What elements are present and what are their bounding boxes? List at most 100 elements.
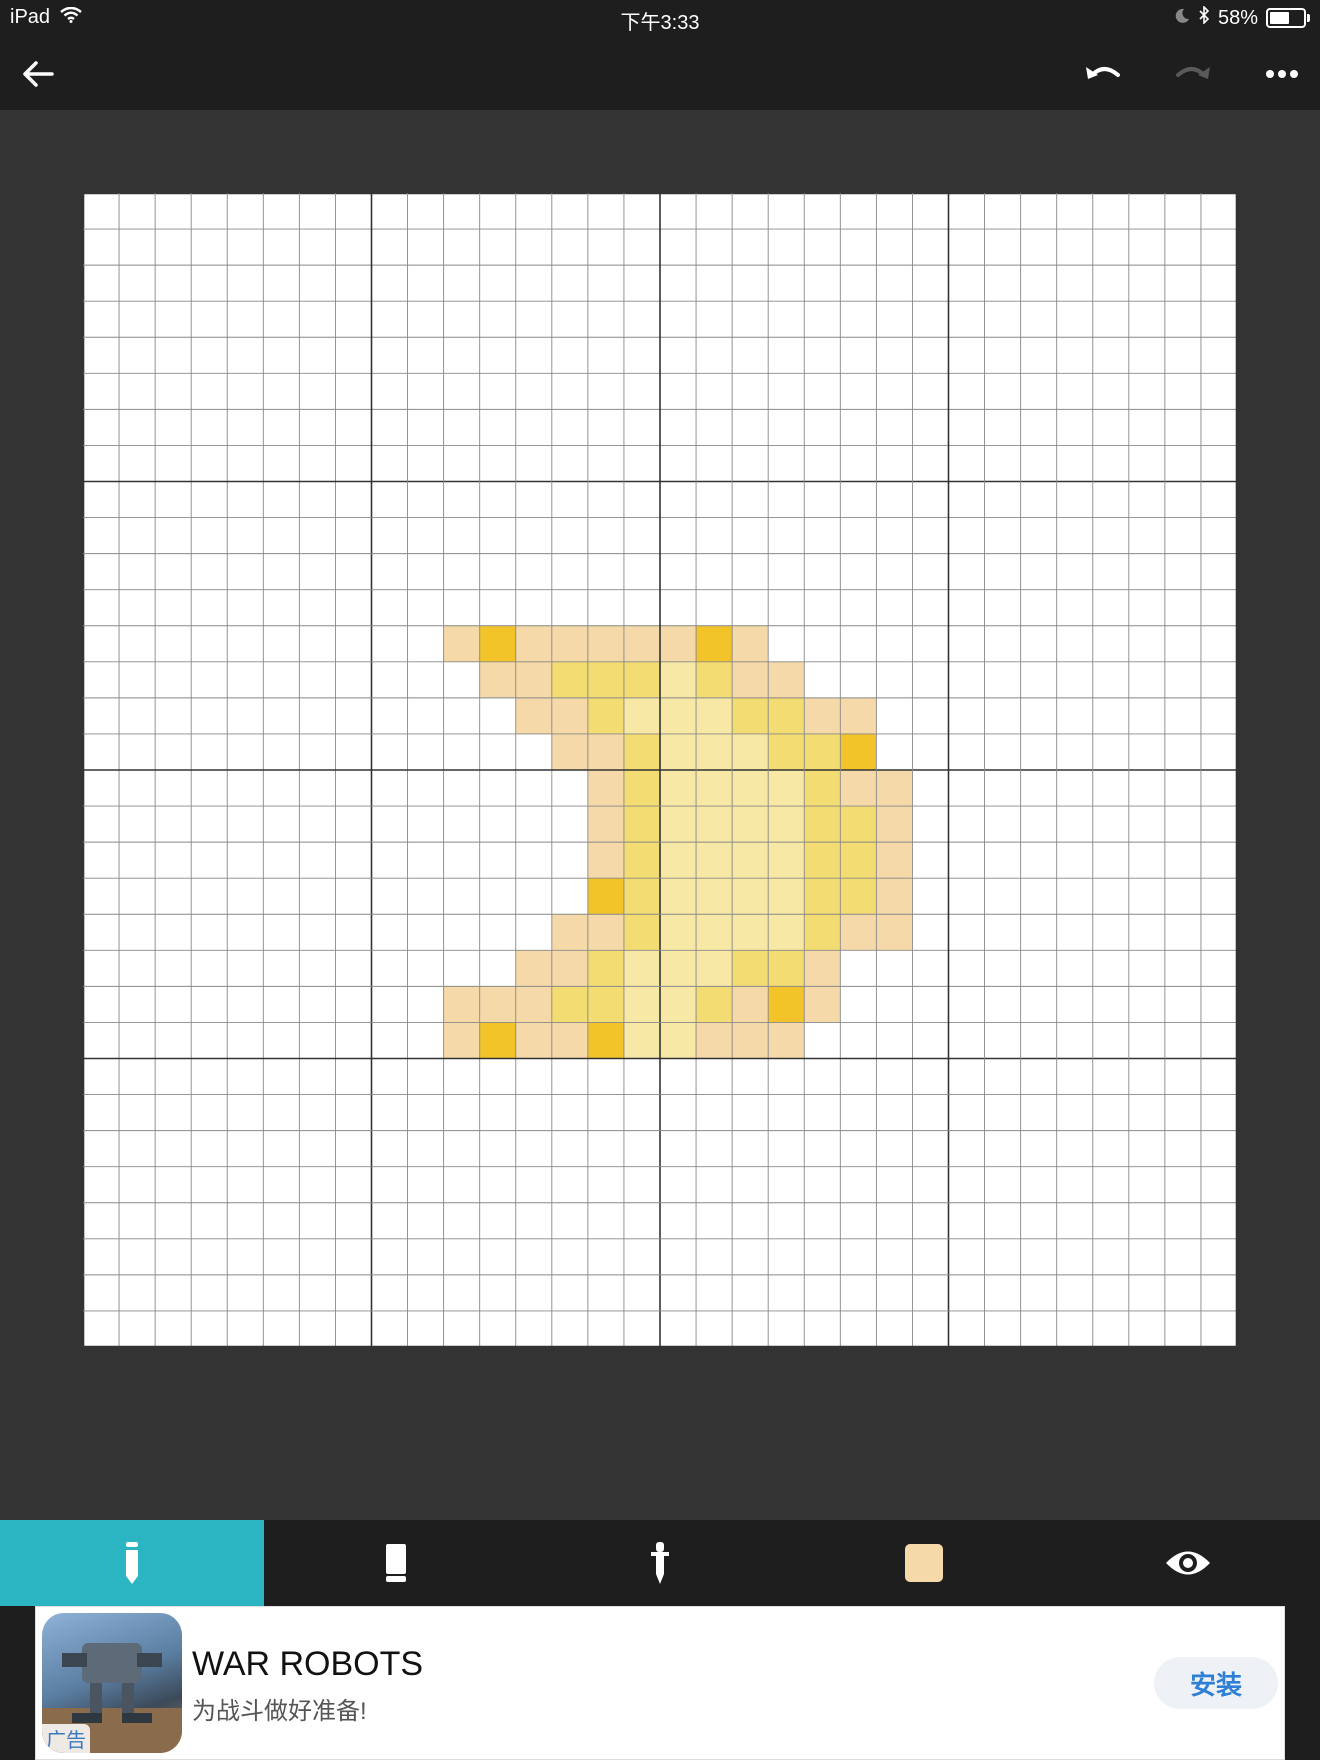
painted-pixel[interactable]	[696, 950, 733, 987]
painted-pixel[interactable]	[660, 806, 697, 843]
painted-pixel[interactable]	[479, 661, 516, 698]
painted-pixel[interactable]	[660, 1022, 697, 1059]
painted-pixel[interactable]	[696, 733, 733, 770]
painted-pixel[interactable]	[840, 733, 877, 770]
painted-pixel[interactable]	[732, 1022, 769, 1059]
painted-pixel[interactable]	[768, 878, 805, 915]
painted-pixel[interactable]	[840, 842, 877, 879]
color-tool[interactable]	[792, 1520, 1056, 1606]
painted-pixel[interactable]	[587, 697, 624, 734]
pencil-tool[interactable]	[0, 1520, 264, 1606]
painted-pixel[interactable]	[623, 878, 660, 915]
painted-pixel[interactable]	[732, 950, 769, 987]
painted-pixel[interactable]	[587, 661, 624, 698]
painted-pixel[interactable]	[696, 914, 733, 951]
painted-pixel[interactable]	[623, 842, 660, 879]
painted-pixel[interactable]	[587, 770, 624, 807]
painted-pixel[interactable]	[696, 806, 733, 843]
painted-pixel[interactable]	[660, 986, 697, 1023]
painted-pixel[interactable]	[587, 625, 624, 662]
painted-pixel[interactable]	[696, 986, 733, 1023]
painted-pixel[interactable]	[515, 986, 552, 1023]
painted-pixel[interactable]	[660, 661, 697, 698]
painted-pixel[interactable]	[660, 733, 697, 770]
pixel-grid[interactable]	[83, 193, 1237, 1347]
painted-pixel[interactable]	[732, 806, 769, 843]
back-button[interactable]	[16, 52, 60, 96]
painted-pixel[interactable]	[876, 878, 913, 915]
painted-pixel[interactable]	[515, 950, 552, 987]
painted-pixel[interactable]	[660, 625, 697, 662]
painted-pixel[interactable]	[623, 770, 660, 807]
painted-pixel[interactable]	[804, 878, 841, 915]
painted-pixel[interactable]	[479, 986, 516, 1023]
pixel-grid-svg[interactable]	[83, 193, 1237, 1347]
painted-pixel[interactable]	[551, 625, 588, 662]
painted-pixel[interactable]	[732, 770, 769, 807]
painted-pixel[interactable]	[660, 878, 697, 915]
preview-tool[interactable]	[1056, 1520, 1320, 1606]
painted-pixel[interactable]	[623, 697, 660, 734]
painted-pixel[interactable]	[623, 950, 660, 987]
painted-pixel[interactable]	[768, 914, 805, 951]
painted-pixel[interactable]	[623, 661, 660, 698]
painted-pixel[interactable]	[696, 697, 733, 734]
ad-app-icon[interactable]: 广告	[42, 1613, 182, 1753]
painted-pixel[interactable]	[587, 914, 624, 951]
painted-pixel[interactable]	[768, 806, 805, 843]
painted-pixel[interactable]	[515, 625, 552, 662]
painted-pixel[interactable]	[551, 697, 588, 734]
painted-pixel[interactable]	[551, 914, 588, 951]
painted-pixel[interactable]	[768, 842, 805, 879]
painted-pixel[interactable]	[768, 986, 805, 1023]
painted-pixel[interactable]	[804, 950, 841, 987]
painted-pixel[interactable]	[551, 950, 588, 987]
painted-pixel[interactable]	[660, 914, 697, 951]
painted-pixel[interactable]	[587, 806, 624, 843]
undo-button[interactable]	[1082, 52, 1126, 96]
more-button[interactable]	[1260, 52, 1304, 96]
painted-pixel[interactable]	[479, 625, 516, 662]
painted-pixel[interactable]	[840, 878, 877, 915]
painted-pixel[interactable]	[443, 1022, 480, 1059]
painted-pixel[interactable]	[840, 697, 877, 734]
painted-pixel[interactable]	[551, 986, 588, 1023]
painted-pixel[interactable]	[876, 842, 913, 879]
painted-pixel[interactable]	[840, 806, 877, 843]
painted-pixel[interactable]	[732, 625, 769, 662]
painted-pixel[interactable]	[696, 625, 733, 662]
painted-pixel[interactable]	[696, 878, 733, 915]
painted-pixel[interactable]	[804, 770, 841, 807]
painted-pixel[interactable]	[840, 914, 877, 951]
painted-pixel[interactable]	[732, 878, 769, 915]
painted-pixel[interactable]	[551, 1022, 588, 1059]
painted-pixel[interactable]	[623, 733, 660, 770]
painted-pixel[interactable]	[660, 770, 697, 807]
painted-pixel[interactable]	[515, 1022, 552, 1059]
ad-card[interactable]: 广告 WAR ROBOTS 为战斗做好准备! 安装	[35, 1606, 1285, 1760]
painted-pixel[interactable]	[696, 1022, 733, 1059]
painted-pixel[interactable]	[587, 733, 624, 770]
painted-pixel[interactable]	[443, 986, 480, 1023]
painted-pixel[interactable]	[768, 697, 805, 734]
painted-pixel[interactable]	[732, 986, 769, 1023]
painted-pixel[interactable]	[768, 770, 805, 807]
painted-pixel[interactable]	[623, 914, 660, 951]
painted-pixel[interactable]	[732, 733, 769, 770]
painted-pixel[interactable]	[696, 770, 733, 807]
painted-pixel[interactable]	[804, 914, 841, 951]
painted-pixel[interactable]	[804, 986, 841, 1023]
painted-pixel[interactable]	[660, 950, 697, 987]
painted-pixel[interactable]	[587, 1022, 624, 1059]
painted-pixel[interactable]	[876, 914, 913, 951]
painted-pixel[interactable]	[587, 842, 624, 879]
painted-pixel[interactable]	[732, 661, 769, 698]
install-button[interactable]: 安装	[1154, 1657, 1278, 1709]
painted-pixel[interactable]	[876, 806, 913, 843]
painted-pixel[interactable]	[443, 625, 480, 662]
painted-pixel[interactable]	[515, 661, 552, 698]
painted-pixel[interactable]	[732, 914, 769, 951]
painted-pixel[interactable]	[551, 661, 588, 698]
painted-pixel[interactable]	[660, 842, 697, 879]
painted-pixel[interactable]	[623, 986, 660, 1023]
